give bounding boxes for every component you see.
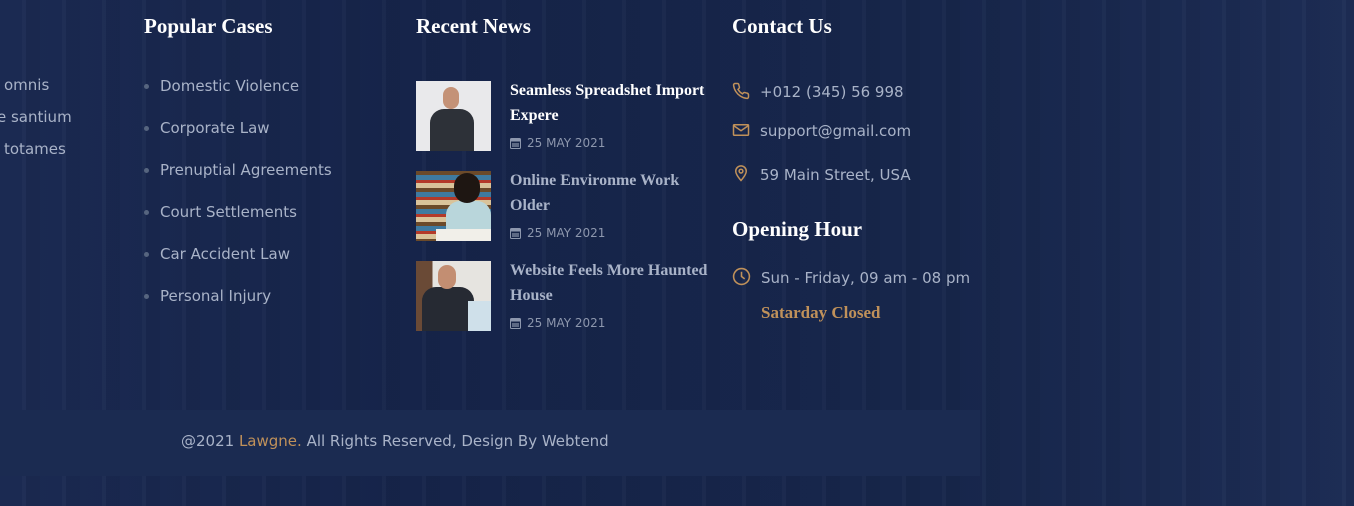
news-item: Online Environme Work Older 25 MAY 2021 — [416, 171, 716, 241]
news-title-link[interactable]: Website Feels More Haunted House — [510, 258, 710, 308]
copyright-bar: @2021 Lawgne. All Rights Reserved, Desig… — [0, 410, 980, 476]
news-title-link[interactable]: Online Environme Work Older — [510, 168, 710, 218]
brand-link[interactable]: Lawgne. — [239, 432, 302, 450]
news-thumbnail[interactable] — [416, 81, 491, 151]
envelope-icon — [732, 124, 750, 136]
news-item: Website Feels More Haunted House 25 MAY … — [416, 261, 716, 331]
left-column-heading — [0, 14, 2, 39]
news-date: 25 MAY 2021 — [510, 226, 605, 240]
recent-news-heading: Recent News — [416, 14, 531, 38]
calendar-icon — [510, 138, 521, 149]
case-label: Court Settlements — [160, 203, 297, 221]
opening-hour-heading: Opening Hour — [732, 217, 863, 241]
news-thumbnail[interactable] — [416, 171, 491, 241]
left-link[interactable]: e santium — [0, 108, 72, 126]
phone-link[interactable]: +012 (345) 56 998 — [732, 82, 904, 101]
news-title-link[interactable]: Seamless Spreadshet Import Expere — [510, 78, 710, 128]
case-link[interactable]: Car Accident Law — [144, 245, 290, 263]
phone-icon — [732, 82, 750, 100]
case-link[interactable]: Prenuptial Agreements — [144, 161, 332, 179]
bullet-icon — [144, 126, 149, 131]
bullet-icon — [144, 168, 149, 173]
news-date: 25 MAY 2021 — [510, 136, 605, 150]
case-label: Corporate Law — [160, 119, 270, 137]
case-link[interactable]: Domestic Violence — [144, 77, 299, 95]
case-label: Prenuptial Agreements — [160, 161, 332, 179]
copyright-text: @2021 Lawgne. All Rights Reserved, Desig… — [181, 432, 609, 450]
news-date: 25 MAY 2021 — [510, 316, 605, 330]
bullet-icon — [144, 252, 149, 257]
left-link[interactable]: omnis — [4, 76, 49, 94]
closed-note: Satarday Closed — [761, 303, 881, 322]
news-thumbnail[interactable] — [416, 261, 491, 331]
case-link[interactable]: Personal Injury — [144, 287, 271, 305]
bullet-icon — [144, 294, 149, 299]
map-pin-icon — [734, 165, 748, 182]
email-link[interactable]: support@gmail.com — [732, 121, 911, 140]
calendar-icon — [510, 228, 521, 239]
opening-hours: Sun - Friday, 09 am - 08 pm — [732, 267, 970, 287]
left-link[interactable]: totames — [4, 140, 66, 158]
case-link[interactable]: Corporate Law — [144, 119, 270, 137]
case-link[interactable]: Court Settlements — [144, 203, 297, 221]
case-label: Personal Injury — [160, 287, 272, 305]
case-label: Domestic Violence — [160, 77, 300, 95]
clock-icon — [732, 267, 751, 286]
address: 59 Main Street, USA — [732, 163, 911, 184]
contact-heading: Contact Us — [732, 14, 832, 38]
popular-cases-heading: Popular Cases — [144, 14, 273, 38]
case-label: Car Accident Law — [160, 245, 290, 263]
bullet-icon — [144, 84, 149, 89]
calendar-icon — [510, 318, 521, 329]
bullet-icon — [144, 210, 149, 215]
news-item: Seamless Spreadshet Import Expere 25 MAY… — [416, 81, 716, 151]
